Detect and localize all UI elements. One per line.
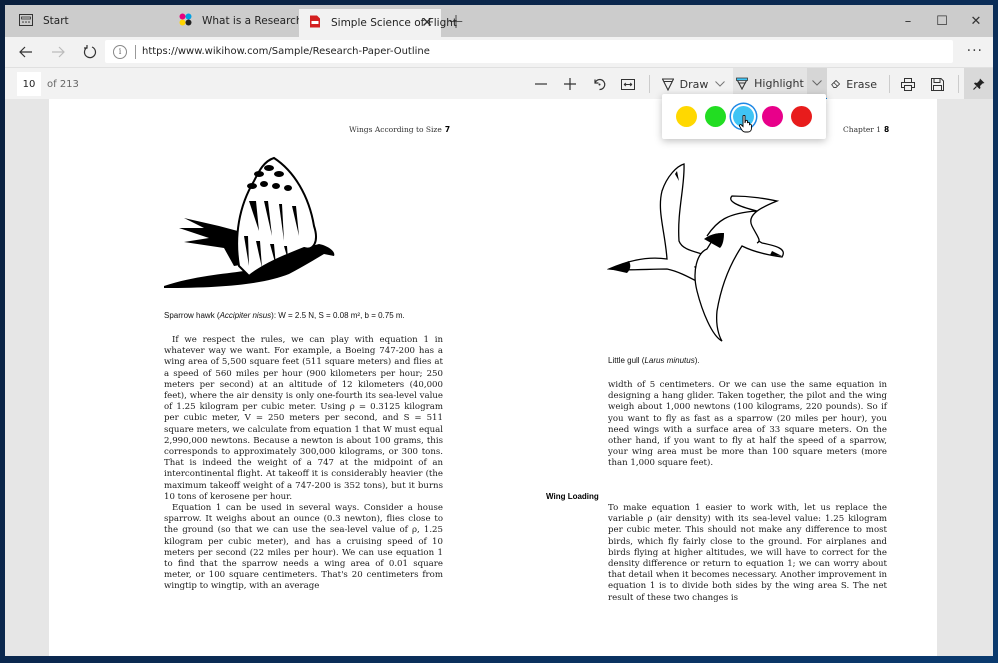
color-swatch-red[interactable] [791, 106, 813, 127]
left-running-head: Wings According to Size 7 [349, 125, 450, 134]
pdf-icon [309, 15, 321, 31]
paragraph: If we respect the rules, we can play wit… [164, 335, 443, 502]
erase-label: Erase [846, 77, 877, 91]
refresh-icon [83, 45, 97, 59]
erase-button[interactable]: Erase [831, 68, 877, 100]
pdf-toolbar: 10 of 213 Draw Highlight Erase [5, 67, 993, 100]
right-body-section: To make equation 1 easier to work with, … [608, 503, 887, 604]
hand-pointer-cursor-icon [739, 115, 752, 133]
running-head-title: Chapter 1 [843, 125, 882, 134]
minimize-button[interactable]: – [891, 5, 925, 37]
color-swatch-green[interactable] [704, 106, 726, 127]
paragraph: Equation 1 can be used in several ways. … [164, 503, 443, 592]
save-button[interactable] [927, 68, 947, 100]
page-count: of 213 [47, 78, 79, 90]
start-page-icon [19, 13, 33, 29]
caption-text: Sparrow hawk ( [164, 311, 220, 320]
highlight-label: Highlight [754, 76, 804, 90]
caption-text: Little gull ( [608, 356, 645, 365]
caption-text: ). [694, 356, 700, 365]
little-gull-illustration [607, 163, 784, 342]
refresh-button[interactable] [75, 37, 105, 67]
colorful-dots-icon [179, 13, 192, 29]
section-heading: Wing Loading [546, 492, 599, 501]
minus-icon [535, 83, 547, 85]
running-head-title: Wings According to Size [349, 125, 442, 134]
chevron-down-icon [715, 81, 725, 87]
printer-icon [901, 77, 915, 91]
zoom-out-button[interactable] [531, 68, 551, 100]
pin-icon [972, 78, 984, 90]
tab-label: Simple Science of Flight [331, 17, 457, 29]
pdf-viewer: Wings According to Size 7 Sparrow hawk (A… [5, 99, 993, 656]
caption-text: ): W = 2.5 N, S = 0.08 m², b = 0.75 m. [271, 311, 405, 320]
window-controls: – ☐ ✕ [891, 5, 993, 37]
pin-toolbar-button[interactable] [964, 68, 993, 100]
caption-species: Accipiter nisus [219, 311, 272, 320]
forward-button[interactable] [43, 37, 73, 67]
chevron-down-icon [812, 80, 822, 86]
page-number: 7 [444, 125, 451, 134]
right-body-continuation: width of 5 centimeters. Or we can use th… [608, 380, 887, 470]
pdf-page-spread: Wings According to Size 7 Sparrow hawk (A… [49, 99, 937, 656]
zoom-in-button[interactable] [560, 68, 580, 100]
more-options-button[interactable]: ··· [967, 43, 983, 59]
close-window-button[interactable]: ✕ [959, 5, 993, 37]
plus-icon [564, 78, 576, 90]
right-running-head: Chapter 18 [843, 125, 889, 134]
save-icon [930, 77, 944, 91]
toolbar-divider [889, 75, 890, 93]
toolbar-divider [958, 75, 959, 93]
pen-icon [661, 77, 674, 91]
tab-simple-science-of-flight[interactable]: Simple Science of Flight ✕ [299, 9, 457, 37]
paragraph: To make equation 1 easier to work with, … [608, 503, 887, 603]
little-gull-caption: Little gull (Larus minutus). [608, 356, 700, 365]
color-swatch-yellow[interactable] [675, 106, 697, 127]
draw-label: Draw [679, 77, 709, 91]
browser-window: Start What is a Research paper? Simple S… [5, 5, 993, 656]
paragraph: width of 5 centimeters. Or we can use th… [608, 380, 887, 469]
eraser-icon [831, 79, 841, 88]
color-swatch-pink[interactable] [762, 106, 784, 127]
sparrow-hawk-illustration [164, 156, 335, 288]
tab-research-paper[interactable]: What is a Research paper? [153, 5, 342, 37]
tab-label: Start [43, 15, 69, 27]
address-bar-row: i https://www.wikihow.com/Sample/Researc… [5, 37, 993, 67]
tab-strip: Start What is a Research paper? Simple S… [5, 5, 993, 37]
arrow-right-icon [52, 46, 65, 58]
highlighter-icon [736, 77, 749, 90]
fit-page-button[interactable] [618, 68, 638, 100]
close-tab-icon[interactable]: ✕ [421, 15, 433, 31]
page-number: 8 [884, 125, 890, 134]
rotate-button[interactable] [589, 68, 609, 100]
maximize-button[interactable]: ☐ [925, 5, 959, 37]
tab-start[interactable]: Start [5, 5, 153, 37]
rotate-icon [593, 78, 605, 90]
caption-species: Larus minutus [644, 356, 695, 365]
sparrow-hawk-caption: Sparrow hawk (Accipiter nisus): W = 2.5 … [164, 311, 405, 320]
print-button[interactable] [898, 68, 918, 100]
info-icon[interactable]: i [113, 44, 127, 59]
toolbar-divider [649, 75, 650, 93]
url-text[interactable]: https://www.wikihow.com/Sample/Research-… [142, 46, 430, 57]
page-number-input[interactable]: 10 [17, 72, 41, 96]
url-field[interactable]: i https://www.wikihow.com/Sample/Researc… [105, 40, 953, 63]
url-divider [135, 44, 136, 59]
left-body-text: If we respect the rules, we can play wit… [164, 335, 443, 593]
arrow-left-icon [19, 46, 32, 58]
back-button[interactable] [11, 37, 41, 67]
fit-width-icon [621, 78, 635, 90]
